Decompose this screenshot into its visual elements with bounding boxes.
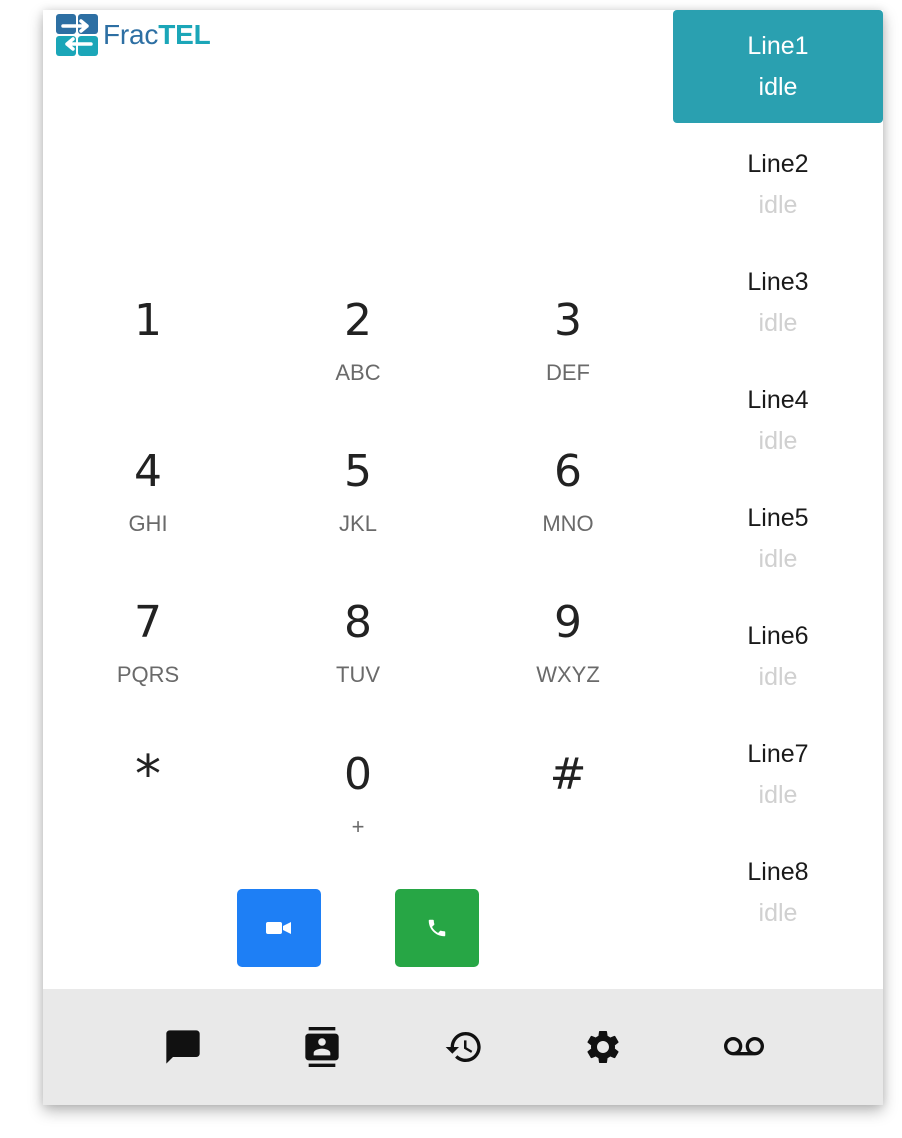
voice-call-button[interactable] (395, 889, 479, 967)
history-icon (445, 1032, 481, 1062)
key-letters: DEF (546, 360, 590, 385)
key-digit: 1 (134, 295, 162, 346)
logo-text-frac: Frac (103, 19, 159, 50)
key-digit: 3 (554, 295, 582, 346)
line-status: idle (758, 544, 798, 573)
key-digit: 9 (554, 597, 582, 648)
key-digit: # (549, 749, 587, 800)
line-status: idle (758, 662, 798, 691)
key-digit: 2 (344, 295, 372, 346)
line-4[interactable]: Line4 idle (673, 364, 883, 477)
line-2[interactable]: Line2 idle (673, 128, 883, 241)
logo-text: FracTEL (103, 19, 211, 51)
key-7[interactable]: 7 PQRS (68, 598, 228, 718)
line-status: idle (758, 426, 798, 455)
key-3[interactable]: 3 DEF (488, 296, 648, 416)
key-letters: + (351, 814, 365, 839)
voicemail-button[interactable] (720, 1023, 768, 1071)
key-digit: 7 (134, 597, 162, 648)
chat-icon (166, 1030, 200, 1064)
line-1[interactable]: Line1 idle (673, 10, 883, 123)
phone-icon (428, 919, 446, 937)
key-digit: 4 (134, 446, 162, 497)
line-status: idle (758, 308, 798, 337)
key-5[interactable]: 5 JKL (278, 447, 438, 567)
key-letters: JKL (339, 511, 377, 536)
line-name: Line7 (747, 739, 809, 768)
settings-gear-icon (587, 1031, 619, 1063)
fractel-logo: FracTEL (55, 13, 211, 57)
line-name: Line3 (747, 267, 809, 296)
fractel-logo-icon (56, 14, 98, 56)
logo-text-tel: TEL (158, 19, 211, 50)
key-digit: 6 (554, 446, 582, 497)
key-letters: ABC (335, 360, 381, 385)
key-letters: TUV (336, 662, 380, 687)
bottom-nav-bar (43, 989, 883, 1105)
key-0[interactable]: 0 + (278, 750, 438, 870)
video-call-button[interactable] (237, 889, 321, 967)
line-status: idle (758, 780, 798, 809)
line-status: idle (758, 190, 798, 219)
line-name: Line6 (747, 621, 809, 650)
key-1[interactable]: 1 (68, 296, 228, 416)
line-6[interactable]: Line6 idle (673, 600, 883, 713)
settings-button[interactable] (579, 1023, 627, 1071)
line-name: Line5 (747, 503, 809, 532)
voicemail-icon (724, 1037, 764, 1056)
line-8[interactable]: Line8 idle (673, 836, 883, 949)
phone-app-window: FracTEL Line1 idle Line2 idle Line3 idle… (43, 10, 883, 1105)
key-2[interactable]: 2 ABC (278, 296, 438, 416)
key-letters: GHI (128, 511, 168, 536)
key-digit: * (135, 745, 161, 805)
key-digit: 5 (344, 446, 372, 497)
video-camera-icon (266, 922, 291, 934)
key-hash[interactable]: # (488, 750, 648, 870)
history-button[interactable] (440, 1023, 488, 1071)
line-5[interactable]: Line5 idle (673, 482, 883, 595)
line-name: Line1 (747, 31, 809, 60)
line-3[interactable]: Line3 idle (673, 246, 883, 359)
key-4[interactable]: 4 GHI (68, 447, 228, 567)
key-letters: WXYZ (536, 662, 600, 687)
line-status: idle (758, 898, 798, 927)
line-status: idle (758, 72, 798, 101)
key-6[interactable]: 6 MNO (488, 447, 648, 567)
contacts-button[interactable] (298, 1023, 346, 1071)
chat-button[interactable] (159, 1023, 207, 1071)
key-star[interactable]: * (68, 745, 228, 870)
key-digit: 0 (344, 749, 372, 800)
contacts-icon (305, 1027, 339, 1067)
line-name: Line2 (747, 149, 809, 178)
key-letters: MNO (542, 511, 594, 536)
key-digit: 8 (344, 597, 372, 648)
key-8[interactable]: 8 TUV (278, 598, 438, 718)
line-list: Line1 idle Line2 idle Line3 idle Line4 i… (673, 10, 883, 954)
line-7[interactable]: Line7 idle (673, 718, 883, 831)
key-letters: PQRS (116, 662, 180, 687)
line-name: Line8 (747, 857, 809, 886)
line-name: Line4 (747, 385, 809, 414)
key-9[interactable]: 9 WXYZ (488, 598, 648, 718)
